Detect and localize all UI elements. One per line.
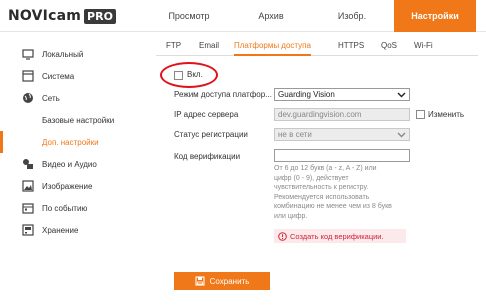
- sidebar-item-event[interactable]: По событию: [0, 197, 148, 219]
- chevron-down-icon: [397, 92, 406, 98]
- verify-code-field[interactable]: [274, 149, 410, 162]
- sidebar-item-storage[interactable]: Хранение: [0, 219, 148, 241]
- storage-icon: [22, 224, 34, 236]
- nav-playback[interactable]: Архив: [232, 0, 310, 32]
- sidebar-item-advanced-settings[interactable]: Доп. настройки: [0, 131, 148, 153]
- globe-icon: [22, 92, 34, 104]
- sidebar-item-system[interactable]: Система: [0, 65, 148, 87]
- sidebar-item-basic-settings[interactable]: Базовые настройки: [0, 109, 148, 131]
- save-icon: [195, 276, 205, 286]
- logo-text: NOVIcam: [8, 8, 82, 24]
- enable-checkbox[interactable]: [174, 71, 183, 80]
- sidebar-item-label: Доп. настройки: [42, 137, 99, 147]
- edit-checkbox[interactable]: [416, 110, 425, 119]
- sidebar-item-label: Система: [42, 71, 75, 81]
- access-mode-label: Режим доступа платфор...: [174, 90, 272, 99]
- nav-live-view[interactable]: Просмотр: [148, 0, 230, 32]
- image-icon: [22, 180, 34, 192]
- tab-wifi[interactable]: Wi-Fi: [414, 36, 433, 56]
- nav-settings[interactable]: Настройки: [394, 0, 476, 32]
- sidebar-item-label: Хранение: [42, 225, 79, 235]
- tab-ftp[interactable]: FTP: [166, 36, 181, 56]
- logo-badge: PRO: [84, 8, 116, 24]
- sidebar-item-label: Изображение: [42, 181, 93, 191]
- nav-picture[interactable]: Изобр.: [312, 0, 392, 32]
- server-ip-field[interactable]: dev.guardingvision.com: [274, 108, 410, 121]
- tab-platform-access[interactable]: Платформы доступа: [234, 36, 311, 56]
- enable-label: Вкл.: [187, 70, 203, 79]
- edit-label: Изменить: [428, 110, 465, 119]
- access-mode-select[interactable]: Guarding Vision: [274, 88, 410, 101]
- warning-icon: [278, 231, 287, 241]
- sidebar-item-label: Видео и Аудио: [42, 159, 97, 169]
- chevron-down-icon: [397, 132, 406, 138]
- warning-text: Создать код верификации.: [290, 231, 384, 241]
- sidebar-item-label: По событию: [42, 203, 88, 213]
- verify-code-label: Код верификации: [174, 152, 241, 161]
- server-ip-label: IP адрес сервера: [174, 110, 239, 119]
- sidebar-item-video-audio[interactable]: Видео и Аудио: [0, 153, 148, 175]
- sidebar-item-label: Локальный: [42, 49, 84, 59]
- save-button[interactable]: Сохранить: [174, 272, 270, 290]
- reg-status-value: не в сети: [278, 130, 312, 139]
- reg-status-select[interactable]: не в сети: [274, 128, 410, 141]
- monitor-icon: [22, 48, 34, 60]
- tab-qos[interactable]: QoS: [381, 36, 397, 56]
- sidebar-item-network[interactable]: Сеть: [0, 87, 148, 109]
- logo: NOVIcam PRO: [8, 8, 116, 24]
- system-icon: [22, 70, 34, 82]
- access-mode-value: Guarding Vision: [278, 90, 335, 99]
- sidebar-item-label: Сеть: [42, 93, 60, 103]
- verify-code-hint: От 6 до 12 букв (a - z, A - Z) или цифр …: [274, 165, 392, 220]
- settings-tabs: FTP Email Платформы доступа HTTPS QoS Wi…: [156, 36, 478, 56]
- video-audio-icon: [22, 158, 34, 170]
- event-icon: [22, 202, 34, 214]
- sidebar: Локальный Система Сеть Базовые настройки…: [0, 33, 148, 308]
- save-label: Сохранить: [209, 276, 250, 286]
- sidebar-item-image[interactable]: Изображение: [0, 175, 148, 197]
- tab-email[interactable]: Email: [199, 36, 219, 56]
- sidebar-item-local[interactable]: Локальный: [0, 43, 148, 65]
- sidebar-item-label: Базовые настройки: [42, 115, 115, 125]
- verify-code-warning: Создать код верификации.: [274, 229, 406, 243]
- reg-status-label: Статус регистрации: [174, 130, 248, 139]
- tab-https[interactable]: HTTPS: [338, 36, 364, 56]
- top-bar: NOVIcam PRO Просмотр Архив Изобр. Настро…: [0, 0, 486, 32]
